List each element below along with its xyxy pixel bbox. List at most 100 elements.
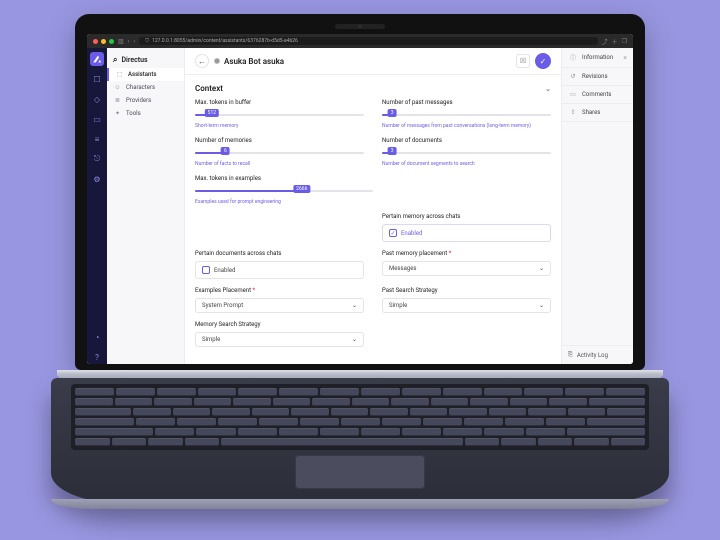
chevron-down-icon: ⌄ [352,302,357,309]
nav-item-assistants[interactable]: ⬚ Assistants [107,68,184,81]
rp-activity-log[interactable]: ⎘ Activity Log [562,345,633,364]
chevron-down-icon: ⌄ [539,302,544,309]
laptop-deck [51,378,669,503]
field-past-placement: Past memory placement Messages ⌄ [382,250,551,279]
nav-back-icon[interactable]: ‹ [128,38,130,45]
share-icon[interactable]: ⤴ [602,37,608,46]
sidebar-toggle-icon[interactable]: ▥ [118,38,124,45]
comment-icon: ▭ [568,91,578,98]
rail-content-icon[interactable]: ☐ [90,72,104,86]
window-minimize-icon[interactable] [101,39,106,44]
section-context[interactable]: Context ⌄ [195,81,551,99]
rail-insights-icon[interactable]: ≡ [90,132,104,146]
rp-shares[interactable]: ⇪ Shares [562,104,633,122]
brand-logo-icon[interactable] [90,52,104,66]
rail-files-icon[interactable]: ▭ [90,112,104,126]
laptop-bezel: ▥ ‹ › ⛉ 127.0.0.1:8055/admin/content/ass… [75,14,645,370]
slider-memories[interactable]: 6 [195,148,364,158]
checkbox-pertain-memory[interactable]: ✓ Enabled [382,224,551,242]
status-dot-icon [214,58,220,64]
laptop-front-edge [51,499,669,509]
address-bar[interactable]: ⛉ 127.0.0.1:8055/admin/content/assistant… [139,37,597,45]
rail-users-icon[interactable]: ◇ [90,92,104,106]
page-title-text: Asuka Bot asuka [224,57,284,66]
field-max-tokens-buffer: Max. tokens in buffer 512 Short-term mem… [195,99,364,129]
back-button[interactable]: ← [195,54,209,68]
slider-past-messages[interactable]: 3 [382,110,551,120]
chevron-down-icon: ⌄ [352,336,357,343]
select-past-search[interactable]: Simple ⌄ [382,298,551,313]
page-title: Asuka Bot asuka [214,57,284,66]
field-label: Pertain memory across chats [382,213,551,220]
nav-item-tools[interactable]: ✦ Tools [107,107,184,120]
slider-max-tokens-buffer[interactable]: 512 [195,110,364,120]
rp-revisions[interactable]: ↺ Revisions [562,68,633,86]
chevron-down-icon: ⌄ [539,265,544,272]
rail-settings-icon[interactable]: ⚙ [90,172,104,186]
chevron-down-icon: ⌄ [545,85,551,93]
field-label: Number of documents [382,137,551,144]
add-tab-icon[interactable]: ＋ [612,37,618,46]
slider-badge: 3 [388,109,397,117]
slider-badge: 2666 [293,185,310,193]
nav-forward-icon[interactable]: › [133,38,135,45]
checkbox-icon [202,266,210,274]
brand-name: Directus [121,56,147,64]
wrench-icon: ✦ [113,110,122,117]
field-documents: Number of documents 3 Number of document… [382,137,551,167]
field-memories: Number of memories 6 Number of facts to … [195,137,364,167]
trackpad [295,455,425,489]
select-value: Messages [389,265,417,272]
nav-header: ⌕ Directus [107,52,184,68]
stack-icon: ≣ [113,97,122,104]
share-icon: ⇪ [568,109,578,116]
field-label: Number of past messages [382,99,551,106]
nav-label: Providers [126,97,151,104]
field-label: Examples Placement [195,287,364,294]
archive-button[interactable]: ☒ [516,54,530,68]
checkbox-icon: ✓ [389,229,397,237]
rail-help-icon[interactable]: ? [90,350,104,364]
slider-max-tokens-examples[interactable]: 2666 [195,186,373,196]
keyboard [71,384,649,450]
window-zoom-icon[interactable] [109,39,114,44]
nav-label: Assistants [128,71,156,78]
field-pertain-memory: Pertain memory across chats ✓ Enabled [382,213,551,242]
slider-badge: 512 [205,109,219,117]
field-examples-placement: Examples Placement System Prompt ⌄ [195,287,364,313]
laptop-hinge [57,370,663,378]
window-close-icon[interactable] [93,39,98,44]
rail-docs-icon[interactable]: ⎋ [90,152,104,166]
window-traffic-lights[interactable] [93,39,114,44]
nav-item-characters[interactable]: ☺ Characters [107,81,184,94]
rp-information[interactable]: ⓘ Information × [562,48,633,68]
nav-item-providers[interactable]: ≣ Providers [107,94,184,107]
url-text: 127.0.0.1:8055/admin/content/assistants/… [152,38,298,44]
section-title-text: Context [195,84,223,93]
rp-label: Shares [582,109,600,116]
nav-label: Characters [126,84,155,91]
rail-notifications-icon[interactable]: ◔ [90,330,104,344]
rp-comments[interactable]: ▭ Comments [562,86,633,104]
select-examples-placement[interactable]: System Prompt ⌄ [195,298,364,313]
collection-nav: ⌕ Directus ⬚ Assistants ☺ Characters ≣ P… [107,48,185,364]
field-memory-search: Memory Search Strategy Simple ⌄ [195,321,364,347]
select-past-placement[interactable]: Messages ⌄ [382,261,551,276]
close-icon[interactable]: × [623,54,627,62]
checkbox-pertain-docs[interactable]: Enabled [195,261,364,279]
shield-icon: ⛉ [145,38,149,44]
field-hint: Short-term memory [195,123,364,129]
info-icon: ⓘ [568,53,578,62]
field-label: Past memory placement [382,250,551,257]
select-memory-search[interactable]: Simple ⌄ [195,332,364,347]
slider-documents[interactable]: 3 [382,148,551,158]
save-button[interactable]: ✓ [535,53,551,69]
slider-badge: 6 [221,147,230,155]
field-label: Max. tokens in buffer [195,99,364,106]
form-content: Context ⌄ Max. tokens in buffer 512 [185,75,561,364]
field-past-messages: Number of past messages 3 Number of mess… [382,99,551,129]
field-label: Memory Search Strategy [195,321,364,328]
person-icon: ☺ [113,84,122,91]
field-hint: Number of document segments to search [382,161,551,167]
tabs-icon[interactable]: ❐ [622,38,627,45]
